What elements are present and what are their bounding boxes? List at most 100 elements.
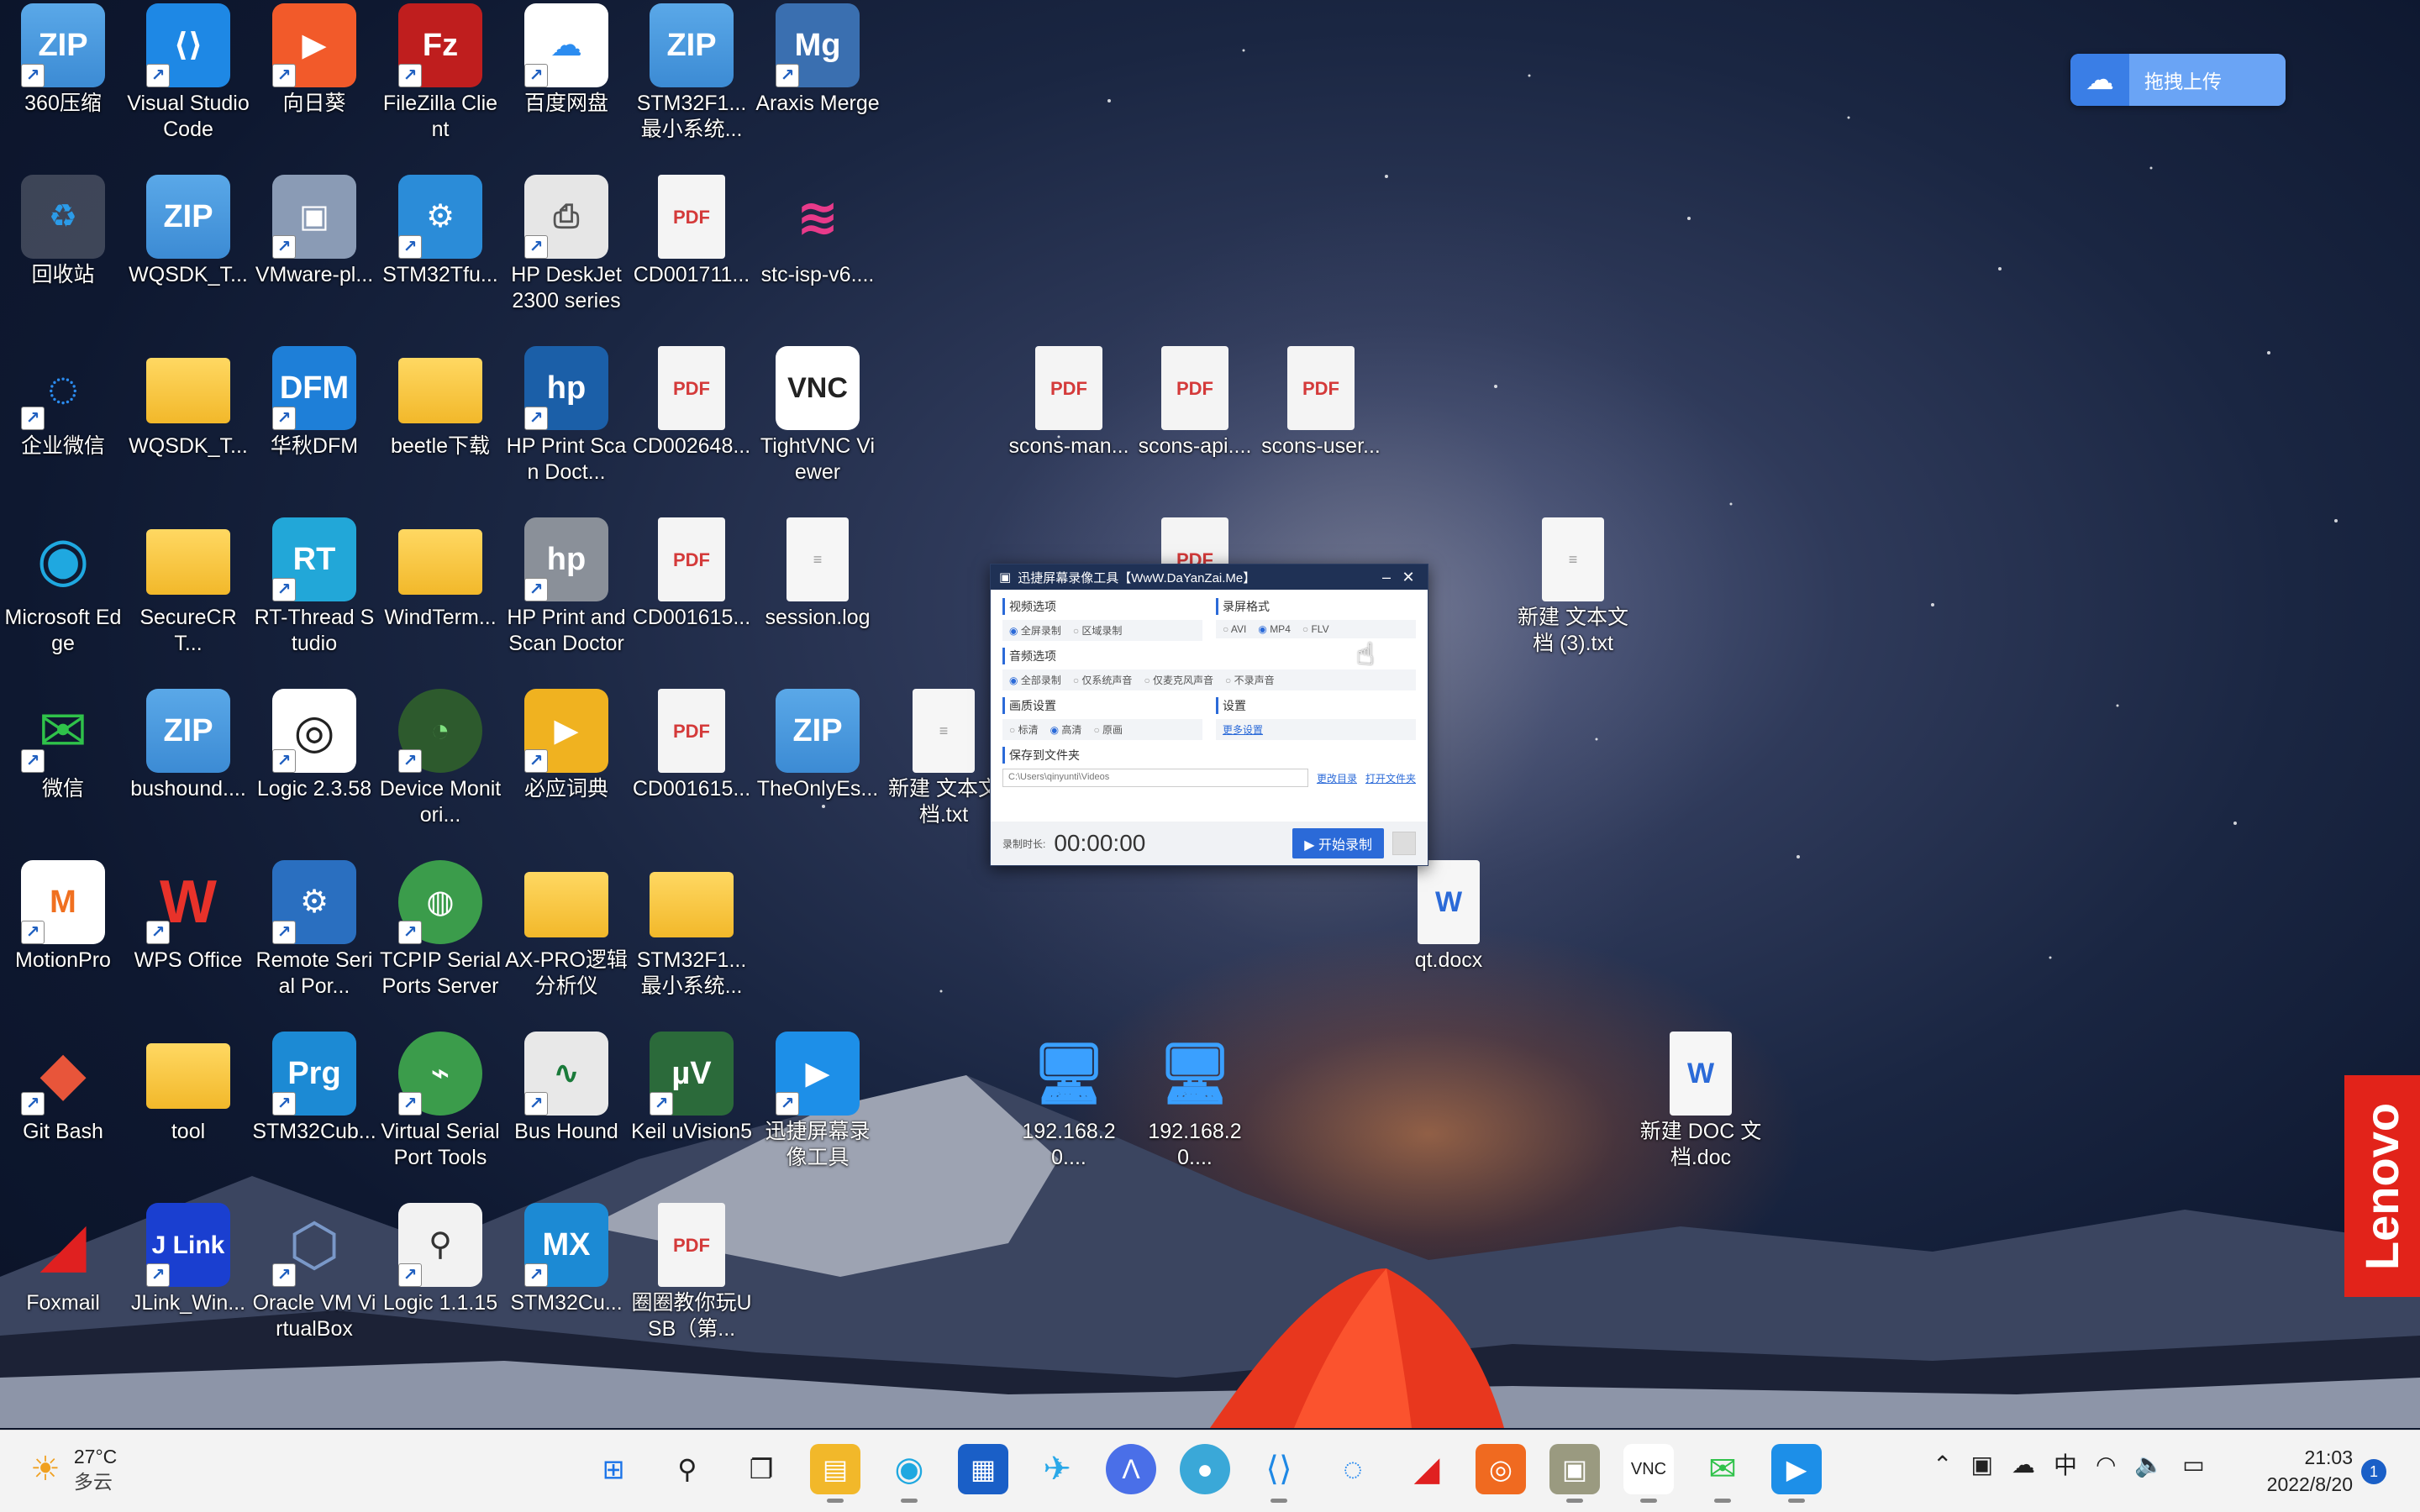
desktop-icon-bus-hound[interactable]: ∿ ↗ Bus Hound [504,1032,629,1145]
wechat-taskbar-icon[interactable]: ✉ [1697,1444,1748,1503]
sunlogin-taskbar-icon[interactable]: ◎ [1476,1444,1526,1494]
onedrive-icon[interactable]: ☁ [2012,1451,2035,1478]
desktop-icon-qt-docx[interactable]: W qt.docx [1386,860,1511,974]
battery-icon[interactable]: ▭ [2182,1451,2204,1478]
desktop-icon-jlink[interactable]: J Link ↗ JLink_Win... [126,1203,250,1316]
task-view-icon[interactable]: ❐ [736,1444,786,1494]
edge-taskbar-icon[interactable]: ◉ [884,1444,934,1503]
more-settings-link[interactable]: 更多设置 [1223,722,1263,737]
radio-audio-all[interactable]: 全部录制 [1009,673,1061,687]
desktop-icon-ax-pro[interactable]: AX-PRO逻辑分析仪 [504,860,629,1000]
recorder-taskbar-icon[interactable]: ▶ [1771,1444,1822,1503]
desktop-icon-tcpip-serial[interactable]: ◍ ↗ TCPIP Serial Ports Server [378,860,502,1000]
desktop-icon-stm32-min-system-1[interactable]: ZIP STM32F1...最小系统... [629,3,754,143]
chevron-up-icon[interactable]: ⌃ [1933,1451,1952,1478]
desktop-icon-sunlogin[interactable]: ▶ ↗ 向日葵 [252,3,376,117]
desktop-icon-rt-thread-studio[interactable]: RT ↗ RT-Thread Studio [252,517,376,657]
start-record-button[interactable]: ▶ 开始录制 [1292,828,1384,858]
desktop-icon-stc-isp[interactable]: ≋ stc-isp-v6.... [755,175,880,288]
ime-indicator[interactable]: 中 [2054,1447,2077,1481]
radio-fullscreen[interactable]: 全屏录制 [1009,623,1061,638]
stop-button[interactable] [1392,832,1416,855]
desktop-icon-baidu-netdisk[interactable]: ☁ ↗ 百度网盘 [504,3,629,117]
radio-quality-high[interactable]: 高清 [1050,722,1081,737]
desktop-icon-remote-serial[interactable]: ⚙ ↗ Remote Serial Por... [252,860,376,1000]
desktop-icon-logic-1[interactable]: ⚲ ↗ Logic 1.1.15 [378,1203,502,1316]
desktop-icon-huaqiu-dfm[interactable]: DFM ↗ 华秋DFM [252,346,376,459]
desktop-icon-stm32cube-prg[interactable]: Prg ↗ STM32Cub... [252,1032,376,1145]
start-button-icon[interactable]: ⊞ [588,1444,639,1494]
desktop-icon-tool[interactable]: tool [126,1032,250,1145]
desktop-icon-motionpro[interactable]: M ↗ MotionPro [1,860,125,974]
desktop-icon-theonlyes[interactable]: ZIP TheOnlyEs... [755,689,880,802]
desktop-icon-hidden-pdf[interactable]: PDF [1133,517,1257,564]
foxmail-taskbar-icon[interactable]: ◢ [1402,1444,1452,1494]
radio-audio-none[interactable]: 不录声音 [1225,673,1275,687]
desktop-icon-new-doc[interactable]: W 新建 DOC 文档.doc [1639,1032,1763,1171]
desktop-icon-vscode[interactable]: ⟨⟩ ↗ Visual Studio Code [126,3,250,143]
wifi-icon[interactable]: ◠ [2096,1451,2116,1478]
desktop-icon-logic-2[interactable]: ◎ ↗ Logic 2.3.58 [252,689,376,802]
radio-avi[interactable]: AVI [1223,623,1246,635]
desktop-icon-filezilla[interactable]: Fz ↗ FileZilla Client [378,3,502,143]
desktop-icon-wqsdk-2[interactable]: WQSDK_T... [126,346,250,459]
open-folder-link[interactable]: 打开文件夹 [1365,771,1416,785]
desktop-icon-vspt[interactable]: ⌁ ↗ Virtual Serial Port Tools [378,1032,502,1171]
desktop-icon-new-text[interactable]: ≡ 新建 文本文档.txt [881,689,1006,828]
desktop-icon-device-monitoring[interactable]: ◔ ↗ Device Monitori... [378,689,502,828]
desktop-icon-tightvnc[interactable]: VNC TightVNC Viewer [755,346,880,486]
file-explorer-icon[interactable]: ▤ [810,1444,860,1503]
minimize-icon[interactable]: – [1376,569,1397,586]
desktop-icon-edge[interactable]: ◉ Microsoft Edge [1,517,125,657]
desktop-icon-cd001615-1[interactable]: PDF CD001615... [629,517,754,631]
desktop-icon-cd001711[interactable]: PDF CD001711... [629,175,754,288]
desktop-icon-wecom[interactable]: ◌ ↗ 企业微信 [1,346,125,459]
desktop-icon-windterm[interactable]: WindTerm... [378,517,502,631]
desktop-icon-wps[interactable]: W ↗ WPS Office [126,860,250,974]
radio-mp4[interactable]: MP4 [1258,623,1291,635]
desktop-icon-360zip[interactable]: ZIP ↗ 360压缩 [1,3,125,117]
desktop-icon-wqsdk-1[interactable]: ZIP WQSDK_T... [126,175,250,288]
desktop-icon-cd002648[interactable]: PDF CD002648... [629,346,754,459]
tool-taskbar-icon[interactable]: ▣ [1549,1444,1600,1503]
weather-widget[interactable]: ☀ 27°C 多云 [30,1444,117,1494]
desktop-icon-cd001615-2[interactable]: PDF CD001615... [629,689,754,802]
desktop-icon-usb-book[interactable]: PDF 圈圈教你玩USB（第... [629,1203,754,1342]
desktop-icon-scons-api[interactable]: PDF scons-api.... [1133,346,1257,459]
desktop-icon-hp-print-and-scan-doctor[interactable]: hp ↗ HP Print and Scan Doctor [504,517,629,657]
desktop-icon-securecrt[interactable]: SecureCRT... [126,517,250,657]
desktop-icon-araxis-merge[interactable]: Mg ↗ Araxis Merge [755,3,880,117]
desktop-icon-xunjie-recorder[interactable]: ▶ ↗ 迅捷屏幕录像工具 [755,1032,880,1171]
radio-audio-system[interactable]: 仅系统声音 [1073,673,1132,687]
store-icon[interactable]: ▦ [958,1444,1008,1494]
change-dir-link[interactable]: 更改目录 [1317,771,1357,785]
desktop-icon-scons-man[interactable]: PDF scons-man... [1007,346,1131,459]
desktop-icon-bushound[interactable]: ZIP bushound.... [126,689,250,802]
volume-icon[interactable]: 🔈 [2134,1451,2164,1478]
save-path-field[interactable]: C:\Users\qinyunti\Videos [1002,769,1308,787]
desktop-icon-session-log[interactable]: ≡ session.log [755,517,880,631]
desktop-icon-beetle[interactable]: beetle下载 [378,346,502,459]
arc-app-icon[interactable]: Λ [1106,1444,1156,1494]
clock[interactable]: 21:03 2022/8/20 [2252,1444,2353,1498]
desktop-icon-git-bash[interactable]: ◆ ↗ Git Bash [1,1032,125,1145]
tray-app-icon[interactable]: ▣ [1970,1451,1992,1478]
search-icon[interactable]: ⚲ [662,1444,713,1494]
desktop-icon-foxmail[interactable]: ◢ Foxmail [1,1203,125,1316]
close-icon[interactable]: ✕ [1397,569,1419,586]
desktop-icon-scons-user[interactable]: PDF scons-user... [1259,346,1383,459]
desktop-icon-hp-deskjet[interactable]: ⎙ ↗ HP DeskJet 2300 series [504,175,629,314]
recorder-titlebar[interactable]: ▣ 迅捷屏幕录像工具【WwW.DaYanZai.Me】 – ✕ [991,564,1428,590]
desktop-icon-keil[interactable]: µV ↗ Keil uVision5 [629,1032,754,1145]
desktop-icon-recycle-bin[interactable]: ♻ 回收站 [1,175,125,288]
radio-quality-standard[interactable]: 标清 [1009,722,1039,737]
notification-badge[interactable]: 1 [2361,1459,2386,1484]
desktop-icon-rdp-1[interactable]: 🖥 192.168.20.... [1007,1032,1131,1171]
desktop-icon-wechat[interactable]: ✉ ↗ 微信 [1,689,125,802]
desktop-icon-rdp-2[interactable]: 🖥 192.168.20.... [1133,1032,1257,1171]
desktop-icon-stm32cubemx[interactable]: MX ↗ STM32Cu... [504,1203,629,1316]
radio-audio-mic[interactable]: 仅麦克风声音 [1144,673,1213,687]
desktop-icon-stm32trust[interactable]: ⚙ ↗ STM32Tfu... [378,175,502,288]
baidu-upload-widget[interactable]: ☁ 拖拽上传 [2070,54,2286,106]
radio-region[interactable]: 区域录制 [1073,623,1122,638]
